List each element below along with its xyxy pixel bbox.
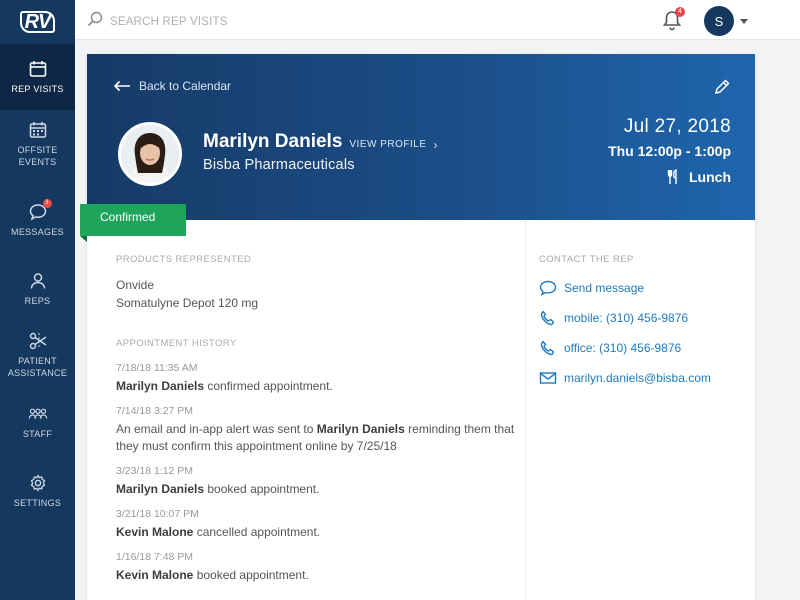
phone-icon — [540, 340, 555, 356]
visit-header: Back to Calendar Marilyn Daniels VIEW PR… — [87, 54, 755, 220]
history-heading: APPOINTMENT HISTORY — [116, 338, 237, 349]
contact-heading: CONTACT THE REP — [539, 254, 634, 265]
history-text: An email and in-app alert was sent to Ma… — [116, 422, 515, 453]
notifications-badge: 4 — [675, 7, 685, 17]
sidebar-item-label: REP VISITS — [11, 84, 64, 94]
history-entry: 3/21/18 10:07 PM Kevin Malone cancelled … — [116, 507, 516, 541]
calendar-icon — [28, 59, 48, 79]
history-text: Marilyn Daniels confirmed appointment. — [116, 379, 333, 393]
view-profile-link[interactable]: VIEW PROFILE › — [349, 138, 438, 152]
sidebar-item-label: SETTINGS — [13, 498, 62, 508]
bell-icon — [662, 11, 682, 35]
envelope-icon — [539, 372, 557, 384]
office-phone-link[interactable]: office: (310) 456-9876 — [539, 333, 739, 363]
history-text: Kevin Malone cancelled appointment. — [116, 525, 321, 539]
meal-type: Lunch — [667, 169, 731, 185]
user-menu[interactable]: S — [704, 6, 748, 36]
sidebar-item-label: OFFSITE EVENTS — [17, 145, 58, 167]
history-list: 7/18/18 11:35 AM Marilyn Daniels confirm… — [116, 361, 516, 584]
fork-knife-icon — [667, 169, 677, 184]
history-timestamp: 1/16/18 7:48 PM — [116, 551, 194, 563]
app-logo[interactable]: RV — [0, 0, 75, 44]
mobile-phone-link[interactable]: mobile: (310) 456-9876 — [539, 303, 739, 333]
history-entry: 7/18/18 11:35 AM Marilyn Daniels confirm… — [116, 361, 516, 395]
history-person: Kevin Malone — [116, 525, 194, 539]
history-text: Marilyn Daniels booked appointment. — [116, 482, 320, 496]
gear-icon — [28, 473, 48, 493]
chat-bubble-icon: 3 — [28, 199, 52, 222]
calendar-grid-icon — [28, 120, 48, 140]
history-person: Marilyn Daniels — [116, 379, 205, 393]
history-timestamp: 7/14/18 3:27 PM — [116, 405, 194, 417]
product-item: Somatulyne Depot 120 mg — [116, 296, 259, 310]
scissors-icon — [28, 331, 48, 351]
people-group-icon — [28, 404, 48, 424]
top-bar: 4 S — [75, 0, 800, 40]
back-label: Back to Calendar — [139, 79, 232, 93]
chevron-down-icon[interactable] — [740, 18, 748, 24]
chat-bubble-icon — [539, 280, 557, 296]
sidebar-item-patient-assistance[interactable]: PATIENT ASSISTANCE — [0, 331, 75, 381]
send-message-link[interactable]: Send message — [539, 273, 739, 303]
sidebar-item-rep-visits[interactable]: REP VISITS — [0, 44, 75, 110]
history-entry: 3/23/18 1:12 PM Marilyn Daniels booked a… — [116, 464, 516, 498]
rep-avatar[interactable] — [118, 122, 182, 186]
messages-badge: 3 — [42, 199, 52, 208]
pencil-icon — [714, 79, 730, 95]
chevron-right-icon: › — [433, 137, 439, 152]
search-icon[interactable] — [87, 11, 103, 32]
notifications-button[interactable]: 4 — [662, 7, 685, 31]
sidebar-item-label: MESSAGES — [11, 227, 64, 237]
rep-name-row: Marilyn Daniels VIEW PROFILE › — [203, 131, 438, 153]
sidebar-item-offsite-events[interactable]: OFFSITE EVENTS — [0, 120, 75, 180]
sidebar-item-settings[interactable]: SETTINGS — [0, 473, 75, 518]
phone-icon — [540, 310, 555, 326]
rep-company: Bisba Pharmaceuticals — [203, 157, 355, 173]
sidebar-item-messages[interactable]: 3 MESSAGES — [0, 199, 75, 247]
search-bar — [87, 11, 370, 32]
visit-time: Thu 12:00p - 1:00p — [608, 143, 731, 159]
history-timestamp: 3/23/18 1:12 PM — [116, 465, 194, 477]
history-entry: 1/16/18 7:48 PM Kevin Malone booked appo… — [116, 550, 516, 584]
sidebar-item-reps[interactable]: REPS — [0, 271, 75, 316]
visit-date: Jul 27, 2018 — [623, 116, 731, 137]
column-divider — [525, 220, 526, 600]
sidebar-item-label: PATIENT ASSISTANCE — [7, 356, 68, 378]
search-input[interactable] — [110, 15, 370, 28]
products-heading: PRODUCTS REPRESENTED — [116, 254, 252, 265]
sidebar-item-label: REPS — [24, 296, 51, 306]
history-person: Marilyn Daniels — [316, 422, 405, 436]
email-link[interactable]: marilyn.daniels@bisba.com — [539, 363, 739, 393]
history-entry: 7/14/18 3:27 PM An email and in-app aler… — [116, 404, 516, 455]
visit-detail-card: Back to Calendar Marilyn Daniels VIEW PR… — [80, 54, 755, 600]
history-text: Kevin Malone booked appointment. — [116, 568, 309, 582]
visit-details: PRODUCTS REPRESENTED Onvide Somatulyne D… — [116, 254, 516, 593]
status-badge: Confirmed — [80, 204, 186, 242]
sidebar-item-staff[interactable]: STAFF — [0, 404, 75, 449]
history-timestamp: 3/21/18 10:07 PM — [116, 508, 199, 520]
rep-name: Marilyn Daniels — [203, 131, 343, 152]
sidebar-item-label: STAFF — [22, 429, 53, 439]
product-item: Onvide — [116, 278, 155, 292]
avatar[interactable]: S — [704, 6, 734, 36]
contact-panel: CONTACT THE REP Send message mobile: (31… — [539, 254, 739, 393]
history-person: Kevin Malone — [116, 568, 194, 582]
arrow-left-icon — [113, 80, 130, 92]
edit-button[interactable] — [713, 78, 731, 96]
back-to-calendar-link[interactable]: Back to Calendar — [113, 79, 231, 93]
person-icon — [28, 271, 48, 291]
history-person: Marilyn Daniels — [116, 482, 205, 496]
history-timestamp: 7/18/18 11:35 AM — [116, 362, 198, 374]
sidebar: RV REP VISITS OFFSITE EVENTS 3 MESSAGES … — [0, 0, 75, 600]
